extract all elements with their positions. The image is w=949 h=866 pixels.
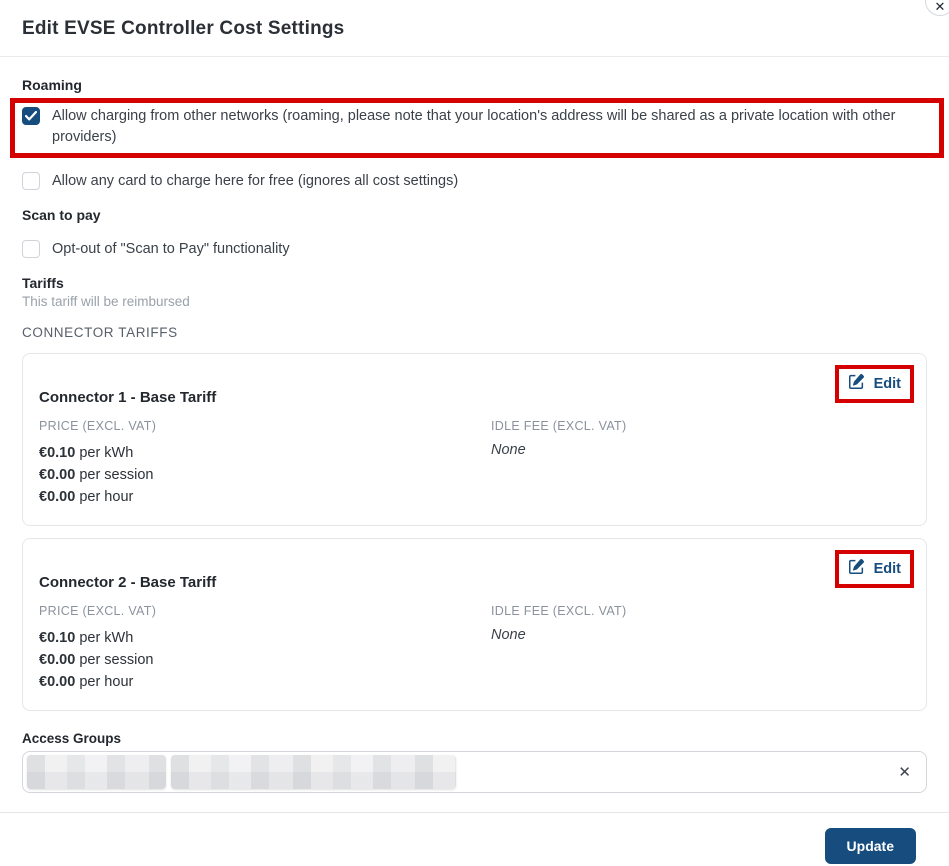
price-column-label: PRICE (EXCL. VAT) [39,419,157,433]
connector-tariffs-label: CONNECTOR TARIFFS [22,325,178,340]
edit-pencil-icon [848,374,864,394]
modal-footer: Update [22,813,927,864]
connector-2-price-column: PRICE (EXCL. VAT) €0.10 per kWh €0.00 pe… [39,604,491,693]
idle-fee-value: None [491,442,526,458]
price-line-hour: €0.00 per hour [39,674,134,690]
connector-2-title: Connector 2 - Base Tariff [39,574,217,591]
tariffs-heading: Tariffs [22,275,64,291]
opt-out-checkbox[interactable] [22,240,40,258]
checkmark-icon [25,111,37,121]
tariffs-note: This tariff will be reimbursed [22,294,190,309]
clear-icon[interactable]: ✕ [898,765,911,780]
modal-body: Roaming Allow charging from other networ… [0,77,949,864]
allow-free-checkbox[interactable] [22,172,40,190]
price-line-kwh: €0.10 per kWh [39,630,134,646]
connector-1-edit-annotation-box: Edit [834,365,914,403]
access-groups-heading: Access Groups [22,731,122,746]
idle-fee-column-label: IDLE FEE (EXCL. VAT) [491,604,627,618]
allow-roaming-row[interactable]: Allow charging from other networks (roam… [22,106,929,148]
connector-1-card: Edit Connector 1 - Base Tariff PRICE (EX… [22,353,927,526]
price-line-session: €0.00 per session [39,467,154,483]
idle-fee-value: None [491,627,526,643]
allow-roaming-label: Allow charging from other networks (roam… [52,108,896,145]
connector-1-edit-button[interactable]: Edit [848,374,901,394]
access-groups-input[interactable]: ✕ [22,751,927,793]
access-groups-redacted-values [27,755,456,789]
allow-free-label: Allow any card to charge here for free (… [52,173,459,189]
allow-roaming-checkbox[interactable] [22,107,40,125]
idle-fee-column-label: IDLE FEE (EXCL. VAT) [491,419,627,433]
connector-1-idle-fee-column: IDLE FEE (EXCL. VAT) None [491,419,910,508]
roaming-heading: Roaming [22,77,82,93]
connector-2-card: Edit Connector 2 - Base Tariff PRICE (EX… [22,538,927,711]
opt-out-label: Opt-out of "Scan to Pay" functionality [52,241,290,257]
connector-2-edit-annotation-box: Edit [834,550,914,588]
price-line-kwh: €0.10 per kWh [39,445,134,461]
connector-1-price-column: PRICE (EXCL. VAT) €0.10 per kWh €0.00 pe… [39,419,491,508]
modal-title: Edit EVSE Controller Cost Settings [22,18,345,39]
modal-header: Edit EVSE Controller Cost Settings [0,0,949,57]
edit-pencil-icon [848,559,864,579]
close-icon: ✕ [934,0,946,14]
connector-2-edit-button[interactable]: Edit [848,559,901,579]
connector-2-edit-label: Edit [873,561,901,577]
redacted-chip [171,755,456,789]
redacted-chip [27,755,166,789]
opt-out-row[interactable]: Opt-out of "Scan to Pay" functionality [22,239,927,260]
price-line-hour: €0.00 per hour [39,489,134,505]
price-column-label: PRICE (EXCL. VAT) [39,604,157,618]
allow-free-row[interactable]: Allow any card to charge here for free (… [22,171,927,192]
connector-1-title: Connector 1 - Base Tariff [39,389,217,406]
price-line-session: €0.00 per session [39,652,154,668]
update-button[interactable]: Update [824,828,916,864]
connector-2-idle-fee-column: IDLE FEE (EXCL. VAT) None [491,604,910,693]
connector-1-edit-label: Edit [873,376,901,392]
roaming-annotation-box: Allow charging from other networks (roam… [10,98,944,158]
scan-to-pay-heading: Scan to pay [22,207,101,223]
